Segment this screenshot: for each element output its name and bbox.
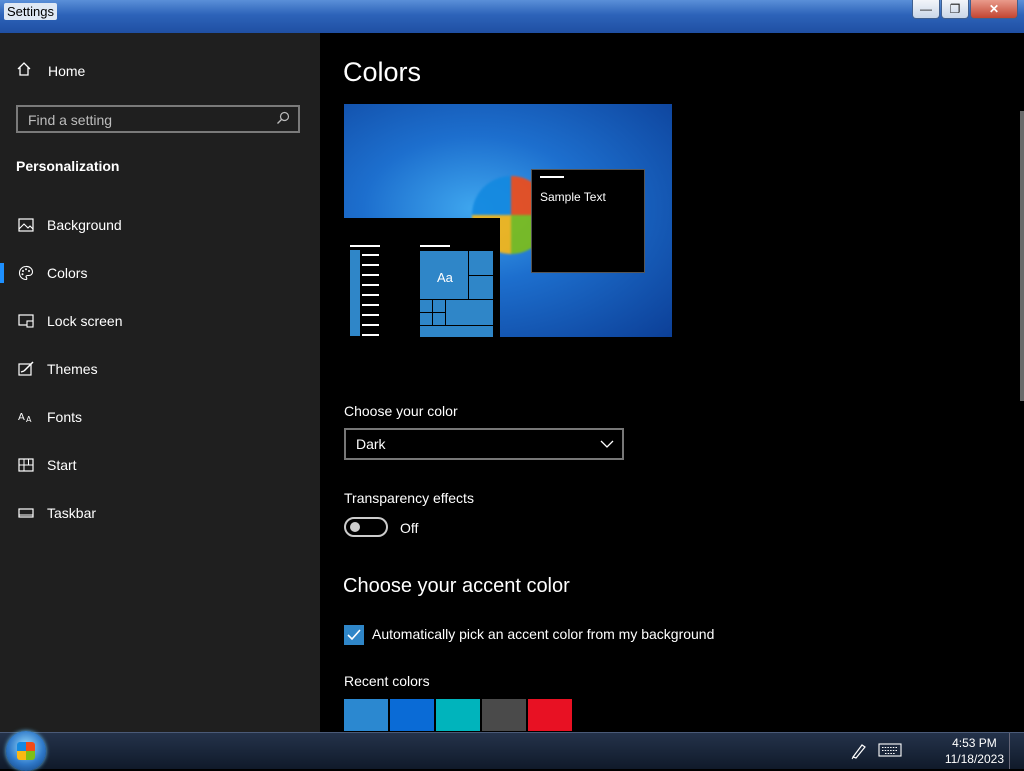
taskbar: 4:53 PM 11/18/2023 <box>0 731 1024 771</box>
themes-icon <box>16 361 36 377</box>
color-swatch[interactable] <box>482 699 526 731</box>
color-swatch[interactable] <box>528 699 572 731</box>
transparency-toggle[interactable] <box>344 517 388 537</box>
restore-button[interactable]: ❐ <box>941 0 969 19</box>
preview-sample-text: Sample Text <box>540 190 606 204</box>
sidebar-item-start[interactable]: Start <box>0 441 320 489</box>
nav-home-label: Home <box>48 62 86 79</box>
toggle-knob <box>350 522 360 532</box>
preview-tile-text: Aa <box>437 270 453 285</box>
sidebar-item-background[interactable]: Background <box>0 201 320 249</box>
palette-icon <box>16 265 36 281</box>
sidebar-item-label: Background <box>47 217 122 233</box>
taskbar-icon <box>16 507 36 519</box>
show-desktop-button[interactable] <box>1009 733 1024 769</box>
pen-icon[interactable] <box>850 742 868 765</box>
window-controls: — ❐ ✕ <box>911 0 1018 19</box>
search-icon[interactable] <box>276 111 290 130</box>
sidebar-item-taskbar[interactable]: Taskbar <box>0 489 320 537</box>
choose-color-dropdown[interactable]: Dark <box>344 428 624 460</box>
choose-color-label: Choose your color <box>344 403 458 419</box>
settings-sidebar: Home Personalization Background Colors L… <box>0 33 320 732</box>
window-title: Settings <box>4 3 57 20</box>
sidebar-item-lock-screen[interactable]: Lock screen <box>0 297 320 345</box>
color-swatch[interactable] <box>390 699 434 731</box>
nav-list: Background Colors Lock screen Themes AA … <box>0 201 320 537</box>
sidebar-item-label: Taskbar <box>47 505 97 521</box>
auto-accent-checkbox[interactable] <box>344 625 364 645</box>
sidebar-item-colors[interactable]: Colors <box>0 249 320 297</box>
minimize-button[interactable]: — <box>912 0 940 19</box>
color-swatch[interactable] <box>436 699 480 731</box>
color-swatch[interactable] <box>344 699 388 731</box>
home-icon <box>16 61 36 80</box>
accent-heading: Choose your accent color <box>343 575 570 597</box>
svg-text:A: A <box>18 412 25 423</box>
windows-flag-icon <box>17 742 35 760</box>
sidebar-item-label: Lock screen <box>47 313 123 329</box>
recent-colors-label: Recent colors <box>344 673 430 689</box>
close-button[interactable]: ✕ <box>970 0 1018 19</box>
sidebar-item-label: Start <box>47 457 77 473</box>
search-box[interactable] <box>16 105 300 133</box>
transparency-label: Transparency effects <box>344 490 474 506</box>
title-bar: Settings — ❐ ✕ <box>0 0 1024 33</box>
taskbar-clock[interactable]: 4:53 PM 11/18/2023 <box>945 735 1004 767</box>
transparency-state: Off <box>400 520 419 536</box>
page-title: Colors <box>343 57 422 87</box>
preview-sample-window: Sample Text <box>531 169 645 273</box>
checkmark-icon <box>347 629 361 641</box>
nav-home[interactable]: Home <box>16 61 85 80</box>
colors-page: Colors Aa Sample Text Choose your color … <box>320 33 1024 732</box>
keyboard-icon[interactable] <box>878 742 902 763</box>
scrollbar[interactable] <box>1020 111 1024 401</box>
section-title: Personalization <box>16 158 120 174</box>
chevron-down-icon <box>600 437 614 454</box>
preview-start-menu: Aa <box>344 218 500 337</box>
fonts-icon: AA <box>16 410 36 424</box>
start-icon <box>16 458 36 472</box>
dropdown-value: Dark <box>356 436 386 452</box>
auto-accent-label: Automatically pick an accent color from … <box>372 626 715 642</box>
clock-date: 11/18/2023 <box>944 752 1004 766</box>
sidebar-item-label: Fonts <box>47 409 83 425</box>
sidebar-item-label: Colors <box>47 265 88 281</box>
picture-icon <box>16 218 36 232</box>
recent-colors <box>344 699 574 731</box>
sidebar-item-fonts[interactable]: AA Fonts <box>0 393 320 441</box>
sidebar-item-label: Themes <box>47 361 98 377</box>
clock-time: 4:53 PM <box>952 736 997 750</box>
search-input[interactable] <box>26 107 270 133</box>
start-button[interactable] <box>6 731 46 771</box>
lock-screen-icon <box>16 314 36 328</box>
color-preview: Aa Sample Text <box>344 104 672 337</box>
sidebar-item-themes[interactable]: Themes <box>0 345 320 393</box>
svg-text:A: A <box>26 415 32 424</box>
